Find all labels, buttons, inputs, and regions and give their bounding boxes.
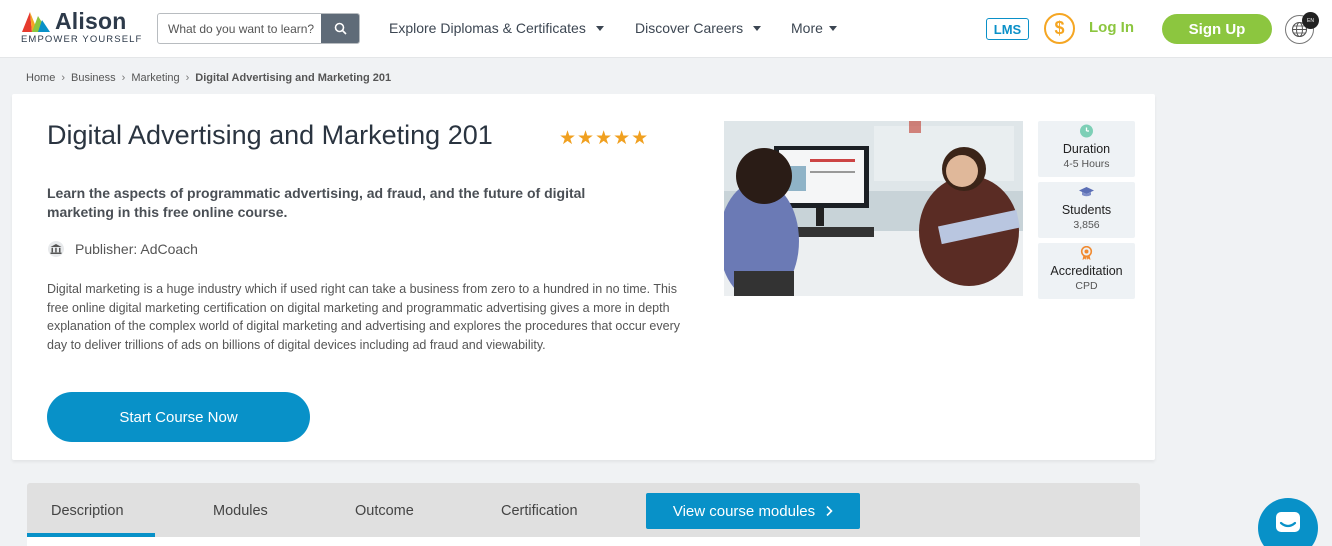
tab-certification[interactable]: Certification bbox=[501, 503, 578, 519]
clock-icon bbox=[1078, 124, 1095, 138]
signup-button[interactable]: Sign Up bbox=[1162, 14, 1272, 44]
chat-icon bbox=[1276, 512, 1300, 532]
breadcrumb-marketing[interactable]: Marketing bbox=[131, 72, 179, 84]
chevron-right-icon: › bbox=[121, 72, 126, 84]
nav-explore-label: Explore Diplomas & Certificates bbox=[389, 20, 586, 36]
chevron-down-icon bbox=[753, 25, 762, 31]
award-icon bbox=[1078, 246, 1095, 260]
view-modules-label: View course modules bbox=[672, 502, 816, 520]
logo-tagline: EMPOWER YOURSELF bbox=[21, 34, 143, 45]
view-course-modules-button[interactable]: View course modules bbox=[646, 493, 860, 529]
stat-duration: Duration 4-5 Hours bbox=[1038, 121, 1135, 177]
logo-mark-icon bbox=[22, 12, 50, 32]
logo-text: Alison bbox=[55, 8, 127, 34]
stat-accreditation-value: CPD bbox=[1075, 280, 1098, 292]
course-title: Digital Advertising and Marketing 201 bbox=[47, 120, 493, 150]
stat-duration-label: Duration bbox=[1062, 142, 1111, 156]
stat-accreditation-label: Accreditation bbox=[1050, 264, 1123, 278]
breadcrumb: Home › Business › Marketing › Digital Ad… bbox=[26, 72, 391, 84]
stat-accreditation: Accreditation CPD bbox=[1038, 243, 1135, 299]
stat-students-value: 3,856 bbox=[1073, 219, 1100, 231]
course-subtitle: Learn the aspects of programmatic advert… bbox=[47, 185, 586, 220]
start-course-button[interactable]: Start Course Now bbox=[47, 392, 310, 442]
bank-icon bbox=[48, 241, 64, 257]
stat-students: Students 3,856 bbox=[1038, 182, 1135, 238]
nav-more[interactable]: More bbox=[791, 20, 837, 36]
chevron-down-icon bbox=[828, 25, 837, 31]
star-rating: ★★★★★ bbox=[559, 128, 650, 149]
tab-modules[interactable]: Modules bbox=[213, 503, 268, 519]
lms-button[interactable]: LMS bbox=[986, 18, 1029, 40]
chevron-right-icon bbox=[826, 505, 833, 517]
publisher[interactable]: Publisher: AdCoach bbox=[47, 241, 198, 257]
course-image bbox=[724, 121, 1023, 296]
chevron-down-icon bbox=[595, 25, 604, 31]
language-badge: EN bbox=[1302, 12, 1319, 29]
site-header: Alison EMPOWER YOURSELF Explore Diplomas… bbox=[0, 0, 1332, 58]
graduation-cap-icon bbox=[1078, 185, 1095, 199]
tab-description[interactable]: Description bbox=[51, 503, 124, 519]
nav-discover-careers[interactable]: Discover Careers bbox=[635, 20, 762, 36]
coin-icon[interactable]: $ bbox=[1044, 13, 1075, 44]
chevron-right-icon: › bbox=[185, 72, 190, 84]
publisher-label: Publisher: AdCoach bbox=[75, 241, 198, 257]
login-link[interactable]: Log In bbox=[1089, 19, 1134, 36]
tab-outcome[interactable]: Outcome bbox=[355, 503, 414, 519]
breadcrumb-current: Digital Advertising and Marketing 201 bbox=[195, 72, 392, 84]
chat-widget-button[interactable] bbox=[1258, 498, 1318, 546]
search-icon bbox=[334, 22, 347, 35]
nav-careers-label: Discover Careers bbox=[635, 20, 744, 36]
course-card: Digital Advertising and Marketing 201 ★★… bbox=[12, 94, 1155, 460]
office-photo bbox=[724, 121, 1023, 296]
chevron-right-icon: › bbox=[61, 72, 66, 84]
search-input[interactable] bbox=[158, 14, 323, 43]
nav-explore-diplomas[interactable]: Explore Diplomas & Certificates bbox=[389, 20, 604, 36]
breadcrumb-home[interactable]: Home bbox=[26, 72, 55, 84]
stat-duration-value: 4-5 Hours bbox=[1063, 158, 1110, 170]
alison-logo[interactable]: Alison EMPOWER YOURSELF bbox=[20, 8, 143, 47]
nav-more-label: More bbox=[791, 20, 823, 36]
stat-students-label: Students bbox=[1061, 203, 1112, 217]
breadcrumb-business[interactable]: Business bbox=[71, 72, 116, 84]
search-button[interactable] bbox=[321, 14, 359, 43]
course-tabs: Description Modules Outcome Certificatio… bbox=[27, 483, 1140, 546]
tab-content-area bbox=[27, 537, 1140, 546]
search-box bbox=[157, 13, 360, 44]
course-description: Digital marketing is a huge industry whi… bbox=[47, 282, 680, 353]
